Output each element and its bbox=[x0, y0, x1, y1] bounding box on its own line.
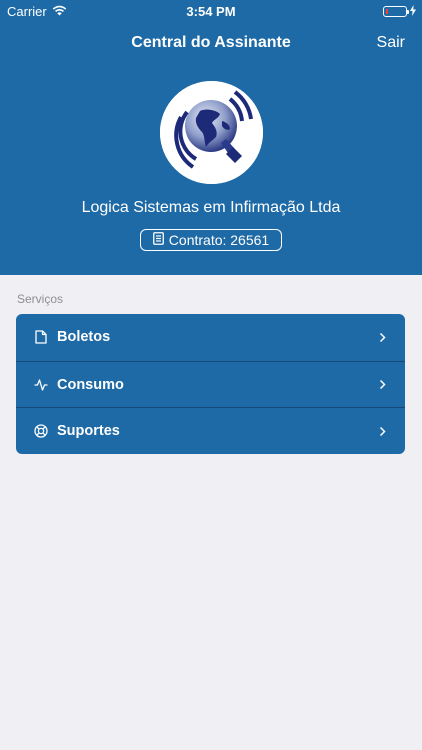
menu-item-label: Consumo bbox=[57, 376, 124, 393]
chevron-right-icon bbox=[377, 331, 387, 343]
receipt-icon bbox=[152, 232, 164, 248]
menu-item-suportes[interactable]: Suportes bbox=[16, 407, 405, 454]
activity-icon bbox=[34, 378, 48, 392]
contract-label: Contrato: 26561 bbox=[168, 232, 270, 248]
menu-item-label: Boletos bbox=[57, 329, 111, 346]
chevron-right-icon bbox=[377, 379, 387, 391]
section-title: Serviços bbox=[17, 292, 64, 306]
chevron-right-icon bbox=[377, 425, 387, 437]
status-time: 3:54 PM bbox=[186, 4, 236, 19]
company-logo bbox=[160, 81, 263, 184]
document-icon bbox=[34, 330, 48, 344]
services-menu: Boletos Consumo Suportes bbox=[16, 314, 405, 454]
menu-item-boletos[interactable]: Boletos bbox=[16, 314, 405, 361]
menu-item-label: Suportes bbox=[57, 423, 120, 440]
company-name: Logica Sistemas em Infirmação Ltda bbox=[81, 199, 341, 216]
menu-item-consumo[interactable]: Consumo bbox=[16, 360, 405, 408]
lifebuoy-icon bbox=[34, 424, 48, 438]
battery-indicator bbox=[383, 4, 416, 19]
page-title: Central do Assinante bbox=[131, 34, 291, 51]
battery-icon bbox=[383, 6, 409, 17]
logout-button[interactable]: Sair bbox=[377, 34, 405, 52]
header: Carrier 3:54 PM Central do Assinante Sai… bbox=[0, 0, 422, 275]
contract-badge: Contrato: 26561 bbox=[140, 229, 282, 251]
status-bar: Carrier 3:54 PM bbox=[0, 0, 422, 22]
charging-icon bbox=[410, 4, 416, 19]
